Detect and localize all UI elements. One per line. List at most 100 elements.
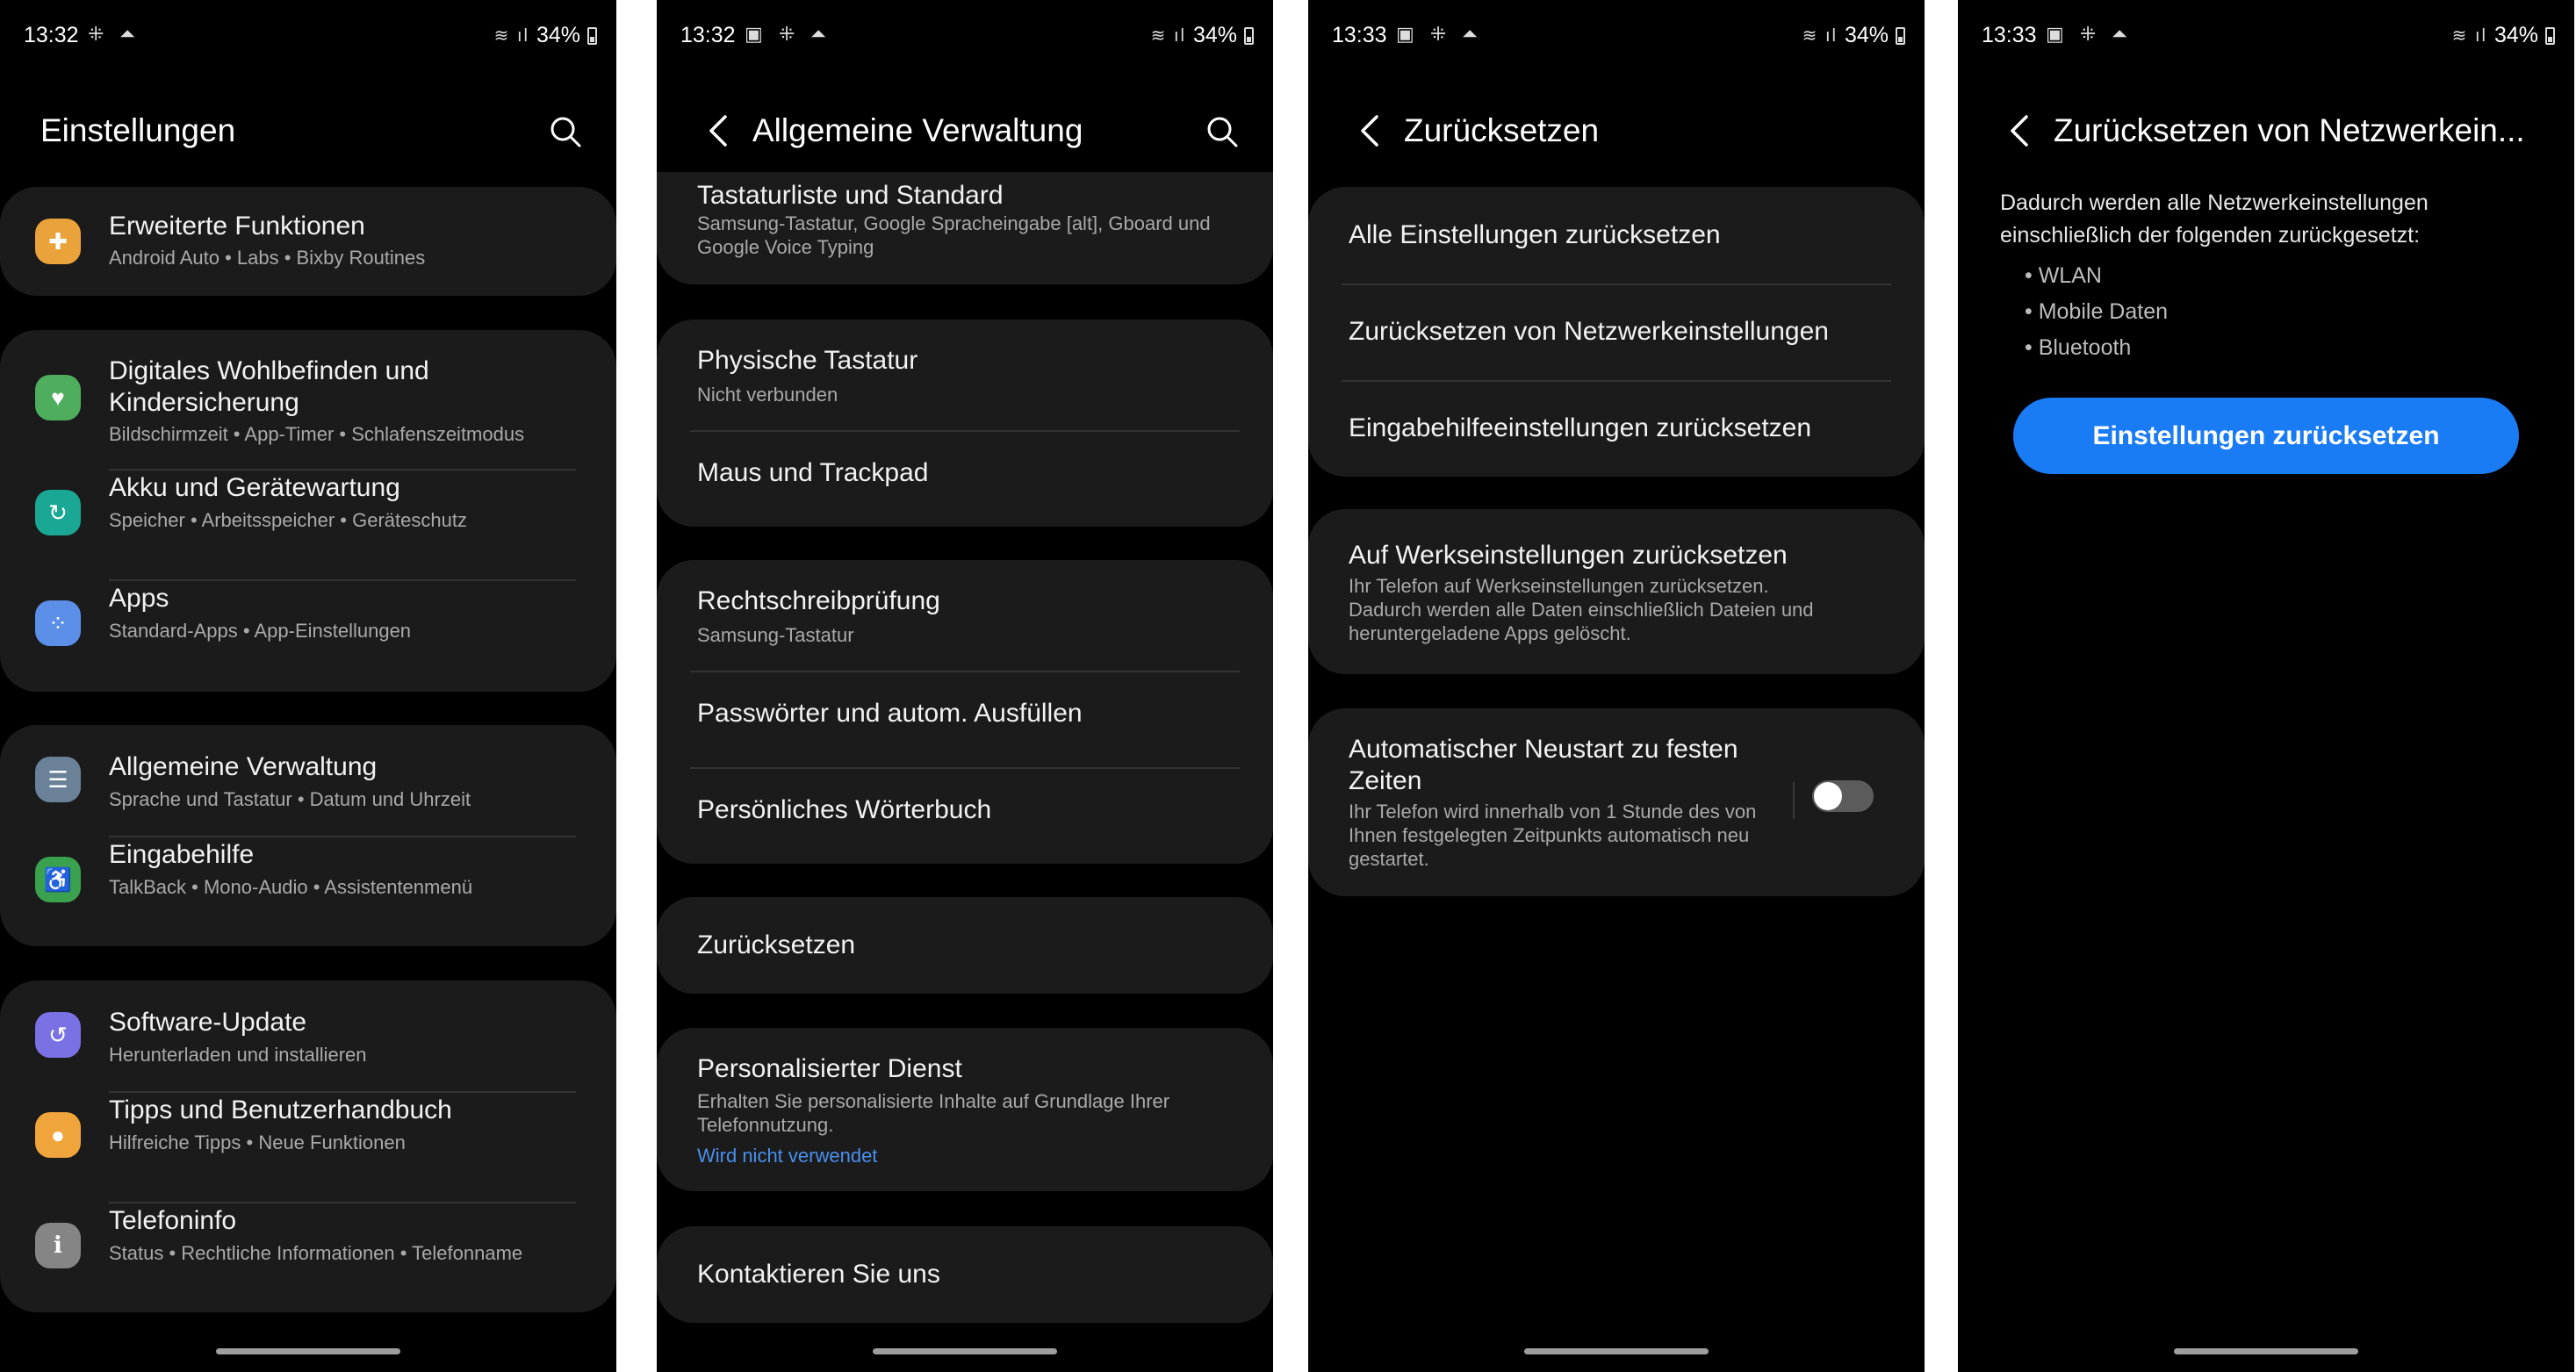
item-sub-line3: gestartet.	[1349, 848, 1429, 870]
accessibility-icon: ♿	[35, 857, 81, 902]
status-link: Wird nicht verwendet	[697, 1145, 878, 1167]
description-line1: Dadurch werden alle Netzwerkeinstellunge…	[2000, 190, 2428, 215]
description-line2: einschließlich der folgenden zurückgeset…	[2000, 223, 2421, 248]
search-icon[interactable]	[1205, 114, 1240, 149]
reset-options-group: Alle Einstellungen zurücksetzen Zurückse…	[1308, 187, 1925, 477]
sidebar-item-phone-info[interactable]: i Telefoninfo Status • Rechtliche Inform…	[0, 1203, 616, 1312]
page-title: Zurücksetzen	[1404, 112, 1600, 148]
home-indicator[interactable]	[2174, 1348, 2358, 1354]
list-item-mouse-trackpad[interactable]: Maus und Trackpad	[657, 432, 1273, 527]
status-time: 13:32	[24, 23, 79, 47]
item-label: Kontaktieren Sie uns	[697, 1260, 940, 1289]
list-item-passwords-autofill[interactable]: Passwörter und autom. Ausfüllen	[657, 672, 1273, 767]
item-sub-line2: Ihnen festgelegten Zeitpunkts automatisc…	[1349, 824, 1750, 846]
back-arrow-icon[interactable]	[704, 113, 734, 148]
sidebar-item-software-update[interactable]: ↺ Software-Update Herunterladen und inst…	[0, 981, 616, 1091]
update-icon: ↺	[35, 1012, 81, 1058]
heart-circle-icon: ♥	[35, 375, 81, 420]
screen-reset: 13:33 ▣ ⁜ ⏶ ≋ ıl 34% Zurücksetzen Alle E…	[1308, 0, 1925, 1372]
settings-group-4: ↺ Software-Update Herunterladen und inst…	[0, 981, 616, 1312]
signal-icon: ≋ ıl	[1802, 26, 1838, 46]
page-title: Zurücksetzen von Netzwerkein...	[2054, 112, 2525, 148]
plus-gear-icon: ✚	[35, 219, 81, 264]
item-label: Zurücksetzen von Netzwerkeinstellungen	[1349, 317, 1829, 346]
list-item-keyboard-list[interactable]: Tastaturliste und Standard Samsung-Tasta…	[657, 172, 1273, 284]
sidebar-item-battery-care[interactable]: ↻ Akku und Gerätewartung Speicher • Arbe…	[0, 471, 616, 579]
home-indicator[interactable]	[216, 1348, 400, 1354]
auto-restart-group: Automatischer Neustart zu festen Zeiten …	[1308, 708, 1925, 896]
status-bar: 13:32 ⁜ ⏶ ≋ ıl 34%	[0, 19, 616, 54]
list-item-reset-accessibility[interactable]: Eingabehilfeeinstellungen zurücksetzen	[1308, 382, 1925, 477]
list-item-reset-all-settings[interactable]: Alle Einstellungen zurücksetzen	[1308, 187, 1925, 284]
search-icon[interactable]	[548, 114, 583, 149]
item-label: Eingabehilfe	[109, 840, 255, 869]
item-sub: Status • Rechtliche Informationen • Tele…	[109, 1242, 523, 1264]
status-bar: 13:33 ▣ ⁜ ⏶ ≋ ıl 34%	[1308, 19, 1925, 54]
auto-restart-toggle[interactable]	[1812, 780, 1874, 812]
item-sub: Samsung-Tastatur, Google Spracheingabe […	[697, 212, 1211, 234]
sidebar-item-advanced-features[interactable]: ✚ Erweiterte Funktionen Android Auto • L…	[0, 187, 616, 296]
item-label: Physische Tastatur	[697, 346, 918, 375]
signal-icon: ≋ ıl	[1150, 26, 1186, 46]
item-sub: TalkBack • Mono-Audio • Assistentenmenü	[109, 876, 473, 898]
sidebar-item-accessibility[interactable]: ♿ Eingabehilfe TalkBack • Mono-Audio • A…	[0, 837, 616, 946]
sidebar-item-apps[interactable]: ⁘ Apps Standard-Apps • App-Einstellungen	[0, 581, 616, 692]
settings-group-2: ♥ Digitales Wohlbefinden und Kindersiche…	[0, 330, 616, 692]
home-indicator[interactable]	[873, 1348, 1057, 1354]
list-item-reset-network-settings[interactable]: Zurücksetzen von Netzwerkeinstellungen	[1308, 285, 1925, 380]
contact-group: Kontaktieren Sie uns	[657, 1226, 1273, 1323]
notification-icons: ⁜ ⏶	[88, 23, 141, 45]
item-label: Software-Update	[109, 1008, 307, 1037]
status-bar: 13:33 ▣ ⁜ ⏶ ≋ ıl 34%	[1958, 19, 2574, 54]
info-icon: i	[35, 1223, 81, 1268]
back-arrow-icon[interactable]	[2005, 113, 2035, 148]
item-label-line2: Zeiten	[1349, 766, 1422, 795]
keyboard-group: Tastaturliste und Standard Samsung-Tasta…	[657, 172, 1273, 284]
signal-icon: ≋ ıl	[2451, 26, 2487, 46]
list-item-personalized-service[interactable]: Personalisierter Dienst Erhalten Sie per…	[657, 1028, 1273, 1191]
item-sub: Bildschirmzeit • App-Timer • Schlafensze…	[109, 423, 525, 445]
refresh-circle-icon: ↻	[35, 490, 81, 535]
back-arrow-icon[interactable]	[1356, 113, 1385, 148]
item-label: Automatischer Neustart zu festen	[1349, 735, 1738, 764]
toggle-knob	[1814, 782, 1842, 810]
item-sub-line2: Telefonnutzung.	[697, 1114, 834, 1136]
screen-reset-network: 13:33 ▣ ⁜ ⏶ ≋ ıl 34% Zurücksetzen von Ne…	[1958, 0, 2574, 1372]
list-item-factory-reset[interactable]: Auf Werkseinstellungen zurücksetzen Ihr …	[1308, 509, 1925, 674]
status-time: 13:33	[1982, 23, 2037, 47]
item-label: Eingabehilfeeinstellungen zurücksetzen	[1349, 413, 1812, 442]
battery-icon	[2545, 26, 2555, 45]
item-sub: Samsung-Tastatur	[697, 624, 854, 646]
divider	[1793, 782, 1795, 819]
status-time: 13:33	[1332, 23, 1387, 47]
item-label: Alle Einstellungen zurücksetzen	[1349, 220, 1721, 249]
item-label: Persönliches Wörterbuch	[697, 795, 992, 824]
item-label: Rechtschreibprüfung	[697, 586, 940, 615]
item-label: Maus und Trackpad	[697, 458, 929, 487]
list-item-personal-dictionary[interactable]: Persönliches Wörterbuch	[657, 769, 1273, 864]
list-item-reset[interactable]: Zurücksetzen	[657, 897, 1273, 994]
list-item-spellcheck[interactable]: Rechtschreibprüfung Samsung-Tastatur	[657, 560, 1273, 671]
sliders-icon: ☰	[35, 757, 81, 802]
reset-group: Zurücksetzen	[657, 897, 1273, 994]
item-label: Telefoninfo	[109, 1206, 237, 1235]
item-label: Digitales Wohlbefinden und	[109, 356, 429, 385]
item-sub: Nicht verbunden	[697, 384, 838, 406]
list-item-physical-keyboard[interactable]: Physische Tastatur Nicht verbunden	[657, 320, 1273, 430]
item-sub: Sprache und Tastatur • Datum und Uhrzeit	[109, 788, 471, 810]
list-item-contact-us[interactable]: Kontaktieren Sie uns	[657, 1226, 1273, 1323]
sidebar-item-tips[interactable]: ● Tipps und Benutzerhandbuch Hilfreiche …	[0, 1093, 616, 1202]
reset-settings-button[interactable]: Einstellungen zurücksetzen	[2013, 398, 2519, 474]
list-item-auto-restart[interactable]: Automatischer Neustart zu festen Zeiten …	[1308, 708, 1925, 896]
item-label: Tipps und Benutzerhandbuch	[109, 1095, 452, 1124]
home-indicator[interactable]	[1524, 1348, 1709, 1354]
text-group: Rechtschreibprüfung Samsung-Tastatur Pas…	[657, 560, 1273, 864]
page-title: Allgemeine Verwaltung	[752, 112, 1083, 148]
battery-percent: 34%	[1192, 23, 1237, 47]
status-time: 13:32	[680, 23, 736, 47]
sidebar-item-digital-wellbeing[interactable]: ♥ Digitales Wohlbefinden und Kindersiche…	[0, 330, 616, 469]
item-label: Akku und Gerätewartung	[109, 473, 400, 502]
item-sub-line2: Google Voice Typing	[697, 236, 874, 258]
battery-icon	[1896, 26, 1905, 45]
sidebar-item-general-management[interactable]: ☰ Allgemeine Verwaltung Sprache und Tast…	[0, 725, 616, 836]
